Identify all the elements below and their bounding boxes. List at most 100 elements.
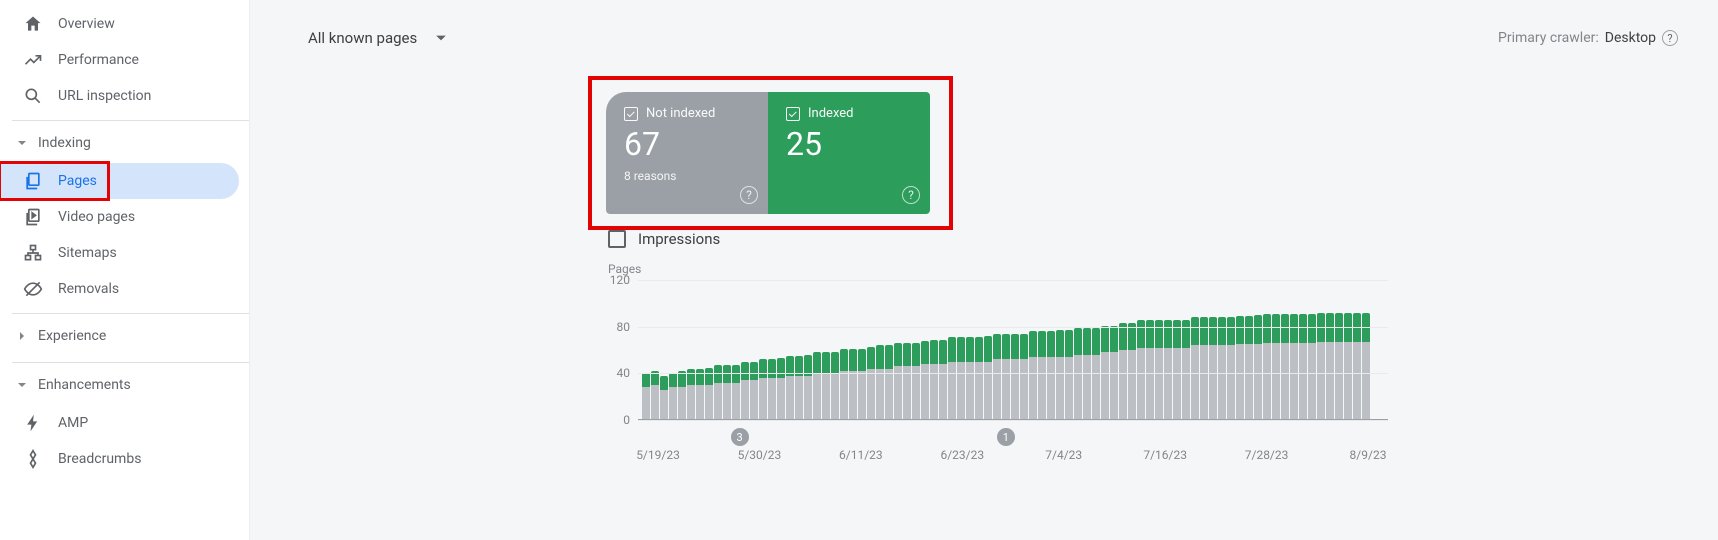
chart-bar[interactable] bbox=[1245, 316, 1253, 420]
chart-bar[interactable] bbox=[786, 356, 794, 420]
chart-bar[interactable] bbox=[1335, 313, 1343, 420]
chart-bar[interactable] bbox=[867, 347, 875, 420]
chart-bar[interactable] bbox=[1002, 334, 1010, 420]
chart-bar[interactable] bbox=[1236, 316, 1244, 420]
chart-bar[interactable] bbox=[1200, 317, 1208, 420]
chart-bar[interactable] bbox=[660, 376, 668, 420]
chart-bar[interactable] bbox=[903, 343, 911, 420]
chart-bar[interactable] bbox=[930, 340, 938, 421]
chart-bar[interactable] bbox=[921, 341, 929, 420]
card-not-indexed[interactable]: Not indexed 67 8 reasons ? bbox=[606, 92, 768, 214]
chart-bar[interactable] bbox=[1290, 314, 1298, 420]
chart-bar[interactable] bbox=[840, 349, 848, 420]
chart-bar[interactable] bbox=[912, 343, 920, 420]
sidebar-item-label: Performance bbox=[58, 52, 139, 68]
card-value: 67 bbox=[624, 125, 752, 163]
chart-bar[interactable] bbox=[939, 340, 947, 421]
chart-bar[interactable] bbox=[1038, 331, 1046, 420]
chart-bar[interactable] bbox=[1056, 330, 1064, 420]
chart-bar[interactable] bbox=[1344, 313, 1352, 420]
chart-bar[interactable] bbox=[831, 352, 839, 420]
page-filter-dropdown[interactable]: All known pages bbox=[308, 29, 447, 47]
sidebar-item-sitemaps[interactable]: Sitemaps bbox=[0, 235, 239, 271]
chart-bar[interactable] bbox=[678, 371, 686, 420]
chart-bar[interactable] bbox=[741, 362, 749, 420]
chart-bar[interactable] bbox=[777, 358, 785, 420]
chart-bar[interactable] bbox=[795, 356, 803, 420]
chart-bar[interactable] bbox=[1209, 317, 1217, 420]
chart-bar[interactable] bbox=[750, 362, 758, 420]
chart-bar[interactable] bbox=[1326, 313, 1334, 420]
chart-bar[interactable] bbox=[1218, 317, 1226, 420]
sidebar-item-url-inspection[interactable]: URL inspection bbox=[0, 78, 239, 114]
chart-bar[interactable] bbox=[1299, 314, 1307, 420]
help-icon[interactable]: ? bbox=[902, 186, 920, 204]
sidebar-item-removals[interactable]: Removals bbox=[0, 271, 239, 307]
chart-bar[interactable] bbox=[1065, 330, 1073, 420]
help-icon[interactable]: ? bbox=[740, 186, 758, 204]
card-indexed[interactable]: Indexed 25 ? bbox=[768, 92, 930, 214]
chart-bar[interactable] bbox=[1119, 323, 1127, 420]
chart-bar[interactable] bbox=[876, 345, 884, 420]
sidebar-item-video-pages[interactable]: Video pages bbox=[0, 199, 239, 235]
chart-bar[interactable] bbox=[1281, 314, 1289, 420]
sidebar-item-performance[interactable]: Performance bbox=[0, 42, 239, 78]
chart-bar[interactable] bbox=[948, 337, 956, 420]
chart-ylabel: Pages bbox=[608, 262, 1678, 276]
gridline bbox=[638, 280, 1388, 281]
chart-bar[interactable] bbox=[1227, 317, 1235, 420]
chart-marker[interactable]: 1 bbox=[997, 428, 1015, 446]
section-experience[interactable]: Experience bbox=[0, 316, 249, 356]
chart-bar[interactable] bbox=[669, 373, 677, 420]
chart-bar[interactable] bbox=[1146, 320, 1154, 420]
chart-bar[interactable] bbox=[885, 345, 893, 420]
chart-bar[interactable] bbox=[642, 373, 650, 420]
chart-bar[interactable] bbox=[1020, 334, 1028, 420]
chart-bar[interactable] bbox=[1317, 313, 1325, 420]
chart-bar[interactable] bbox=[993, 334, 1001, 420]
chart-bar[interactable] bbox=[813, 352, 821, 420]
chart-bar[interactable] bbox=[1362, 313, 1370, 420]
chart-bar[interactable] bbox=[1173, 320, 1181, 420]
chart-bar[interactable] bbox=[975, 337, 983, 420]
chart-bar[interactable] bbox=[849, 349, 857, 420]
chevron-down-icon bbox=[14, 380, 30, 390]
chart-bar[interactable] bbox=[1029, 331, 1037, 420]
chart-bar[interactable] bbox=[1137, 320, 1145, 420]
chart-bar[interactable] bbox=[1254, 315, 1262, 420]
chart-bar[interactable] bbox=[687, 369, 695, 420]
impressions-checkbox[interactable] bbox=[608, 230, 626, 248]
chart-bar[interactable] bbox=[1047, 331, 1055, 420]
section-label: Indexing bbox=[38, 135, 91, 151]
chart-bar[interactable] bbox=[1011, 334, 1019, 420]
chart-bar[interactable] bbox=[651, 371, 659, 420]
sidebar-item-breadcrumbs[interactable]: Breadcrumbs bbox=[0, 441, 239, 477]
sidebar-item-amp[interactable]: AMP bbox=[0, 405, 239, 441]
sidebar-item-overview[interactable]: Overview bbox=[0, 6, 239, 42]
chart-bar[interactable] bbox=[966, 337, 974, 420]
chart-marker[interactable]: 3 bbox=[731, 428, 749, 446]
chart-bar[interactable] bbox=[1308, 314, 1316, 420]
help-icon[interactable]: ? bbox=[1662, 30, 1678, 46]
chart-bar[interactable] bbox=[1353, 313, 1361, 420]
section-enhancements[interactable]: Enhancements bbox=[0, 365, 249, 405]
chart-bar[interactable] bbox=[804, 355, 812, 420]
chart-bar[interactable] bbox=[705, 368, 713, 421]
chart-bar[interactable] bbox=[1155, 320, 1163, 420]
chart-bar[interactable] bbox=[1182, 320, 1190, 420]
chart-bar[interactable] bbox=[1272, 314, 1280, 420]
chart-bar[interactable] bbox=[894, 343, 902, 420]
chart-bar[interactable] bbox=[858, 349, 866, 420]
chart-bar[interactable] bbox=[1164, 320, 1172, 420]
chart-bar[interactable] bbox=[957, 337, 965, 420]
chart-bar[interactable] bbox=[1263, 314, 1271, 420]
sidebar: Overview Performance URL inspection Inde… bbox=[0, 0, 250, 540]
section-indexing[interactable]: Indexing bbox=[0, 123, 249, 163]
chart-bar[interactable] bbox=[984, 336, 992, 420]
chart-bar[interactable] bbox=[768, 359, 776, 420]
chart-bar[interactable] bbox=[1128, 323, 1136, 420]
chart-bar[interactable] bbox=[759, 359, 767, 420]
chart-bar[interactable] bbox=[822, 352, 830, 420]
chart-bar[interactable] bbox=[1191, 317, 1199, 420]
chart-bar[interactable] bbox=[696, 369, 704, 420]
